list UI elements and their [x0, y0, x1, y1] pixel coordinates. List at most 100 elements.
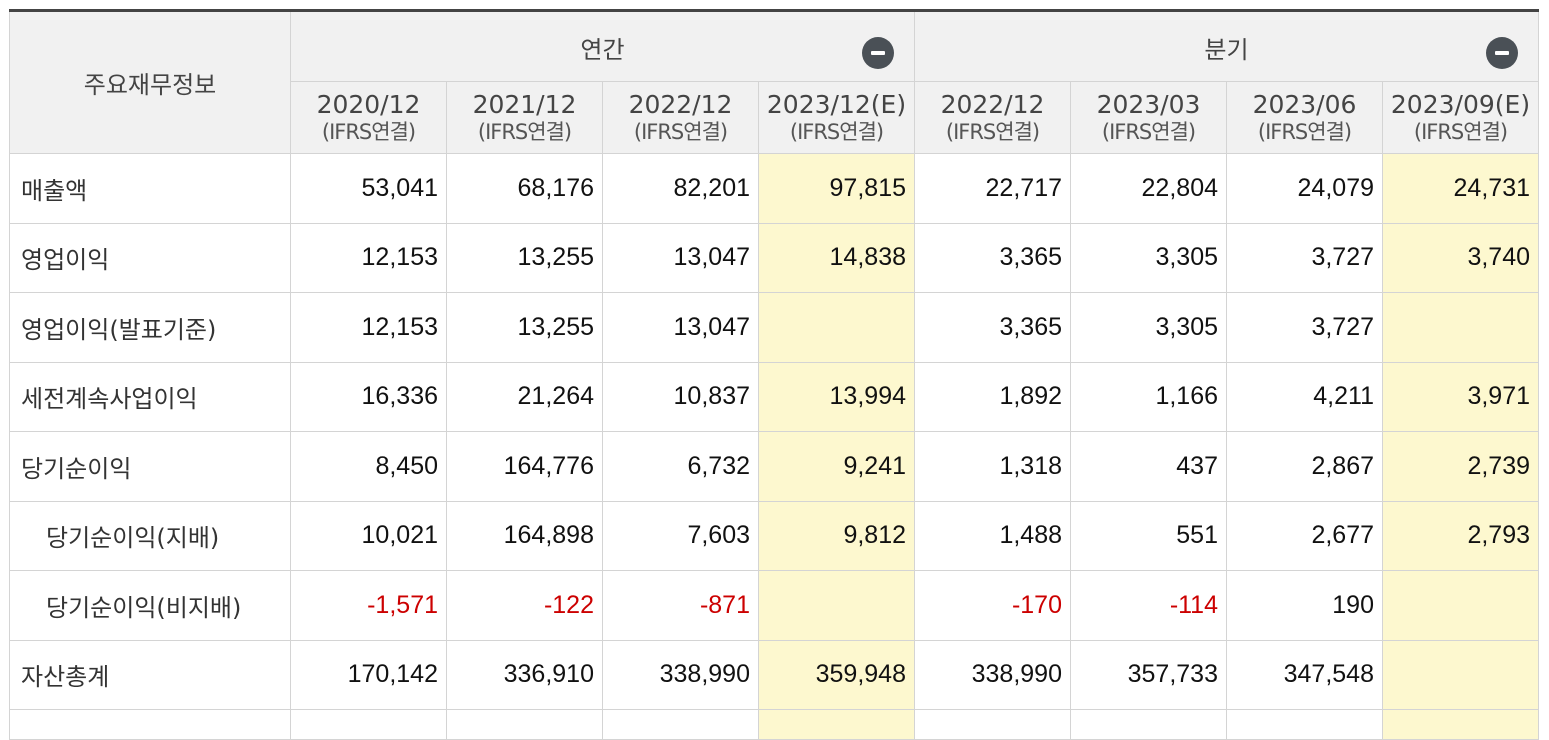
period-label: 2023/09(E) [1390, 90, 1531, 120]
row-label[interactable]: 영업이익(발표기준) [9, 292, 291, 363]
value-cell: 21,264 [446, 361, 603, 432]
header-group-row: 주요재무정보 연간 분기 [9, 9, 1539, 154]
value-cell: 338,990 [602, 639, 759, 710]
value-cell: -114 [1070, 570, 1227, 641]
basis-label: (IFRS연결) [477, 119, 572, 144]
value-cell: 357,733 [1070, 639, 1227, 710]
value-cell: 164,898 [446, 500, 603, 571]
empty-cell [290, 709, 447, 740]
value-cell: 359,948 [758, 639, 915, 710]
value-cell: 7,603 [602, 500, 759, 571]
period-header: 2020/12 (IFRS연결) [290, 81, 447, 154]
value-cell: 53,041 [290, 153, 447, 224]
period-header: 2022/12 (IFRS연결) [602, 81, 759, 154]
table-row: 당기순이익(비지배) -1,571 -122 -871 -170 -114 190 [9, 570, 1539, 641]
basis-label: (IFRS연결) [1257, 119, 1352, 144]
value-cell: 3,365 [914, 222, 1071, 293]
value-cell: 1,318 [914, 431, 1071, 502]
value-cell: 437 [1070, 431, 1227, 502]
value-cell: 24,731 [1382, 153, 1539, 224]
period-header: 2023/06 (IFRS연결) [1226, 81, 1383, 154]
quarter-collapse-minus-icon[interactable] [1486, 37, 1518, 69]
value-cell: -1,571 [290, 570, 447, 641]
empty-cell [1070, 709, 1227, 740]
quarter-group-header: 분기 [914, 9, 1539, 82]
value-cell [1382, 570, 1539, 641]
period-label: 2023/03 [1096, 90, 1201, 120]
value-cell: 2,739 [1382, 431, 1539, 502]
value-cell: 170,142 [290, 639, 447, 710]
row-label[interactable]: 세전계속사업이익 [9, 361, 291, 432]
annual-collapse-minus-icon[interactable] [862, 37, 894, 69]
row-label[interactable]: 당기순이익 [9, 431, 291, 502]
period-header: 2023/12(E) (IFRS연결) [758, 81, 915, 154]
value-cell: 16,336 [290, 361, 447, 432]
basis-label: (IFRS연결) [1413, 119, 1508, 144]
basis-label: (IFRS연결) [789, 119, 884, 144]
row-label[interactable]: 매출액 [9, 153, 291, 224]
value-cell: 1,892 [914, 361, 1071, 432]
row-label[interactable]: 영업이익 [9, 222, 291, 293]
annual-group-label: 연간 [580, 36, 625, 64]
value-cell: 2,793 [1382, 500, 1539, 571]
value-cell: 9,241 [758, 431, 915, 502]
value-cell: 3,971 [1382, 361, 1539, 432]
value-cell: 551 [1070, 500, 1227, 571]
annual-group-header: 연간 [290, 9, 915, 82]
row-label[interactable]: 자산총계 [9, 639, 291, 710]
empty-cell [9, 709, 291, 740]
period-label: 2022/12 [628, 90, 733, 120]
value-cell: 4,211 [1226, 361, 1383, 432]
value-cell: 164,776 [446, 431, 603, 502]
value-cell: 336,910 [446, 639, 603, 710]
value-cell: 13,047 [602, 292, 759, 363]
table-row-partial [9, 709, 1539, 740]
value-cell: 13,047 [602, 222, 759, 293]
empty-cell [602, 709, 759, 740]
row-label[interactable]: 당기순이익(지배) [9, 500, 291, 571]
value-cell: 6,732 [602, 431, 759, 502]
table-row: 영업이익(발표기준) 12,153 13,255 13,047 3,365 3,305 3,… [9, 292, 1539, 363]
basis-label: (IFRS연결) [633, 119, 728, 144]
table-row: 세전계속사업이익 16,336 21,264 10,837 13,994 1,892 1,1… [9, 361, 1539, 432]
table-row: 당기순이익(지배) 10,021 164,898 7,603 9,812 1,488 551… [9, 500, 1539, 571]
value-cell: 97,815 [758, 153, 915, 224]
financial-summary-table: 주요재무정보 연간 분기 2020/12 (IFRS연결) 2021/12 (IFR… [9, 9, 1539, 740]
period-label: 2021/12 [472, 90, 577, 120]
value-cell: 14,838 [758, 222, 915, 293]
table-row: 당기순이익 8,450 164,776 6,732 9,241 1,318 437 2,867… [9, 431, 1539, 502]
value-cell: -170 [914, 570, 1071, 641]
empty-cell [446, 709, 603, 740]
financial-summary-panel: 주요재무정보 연간 분기 2020/12 (IFRS연결) 2021/12 (IFR… [9, 9, 1539, 740]
period-label: 2020/12 [316, 90, 421, 120]
value-cell: 12,153 [290, 222, 447, 293]
value-cell: 12,153 [290, 292, 447, 363]
value-cell: 68,176 [446, 153, 603, 224]
value-cell: 190 [1226, 570, 1383, 641]
period-label: 2023/12(E) [766, 90, 907, 120]
period-header: 2023/09(E) (IFRS연결) [1382, 81, 1539, 154]
value-cell: 10,021 [290, 500, 447, 571]
value-cell: 24,079 [1226, 153, 1383, 224]
value-cell: 22,717 [914, 153, 1071, 224]
corner-header: 주요재무정보 [9, 9, 291, 154]
value-cell: 3,305 [1070, 292, 1227, 363]
value-cell: 3,305 [1070, 222, 1227, 293]
value-cell [758, 570, 915, 641]
value-cell: 82,201 [602, 153, 759, 224]
value-cell [1382, 292, 1539, 363]
period-header: 2021/12 (IFRS연결) [446, 81, 603, 154]
value-cell: 3,727 [1226, 292, 1383, 363]
value-cell: 10,837 [602, 361, 759, 432]
table-body: 매출액 53,041 68,176 82,201 97,815 22,717 22,804 2… [9, 153, 1539, 740]
value-cell [1382, 639, 1539, 710]
row-label[interactable]: 당기순이익(비지배) [9, 570, 291, 641]
value-cell: 3,727 [1226, 222, 1383, 293]
value-cell: 1,166 [1070, 361, 1227, 432]
basis-label: (IFRS연결) [321, 119, 416, 144]
empty-cell [1226, 709, 1383, 740]
value-cell: 13,255 [446, 292, 603, 363]
value-cell: 2,677 [1226, 500, 1383, 571]
empty-cell [758, 709, 915, 740]
value-cell: 22,804 [1070, 153, 1227, 224]
